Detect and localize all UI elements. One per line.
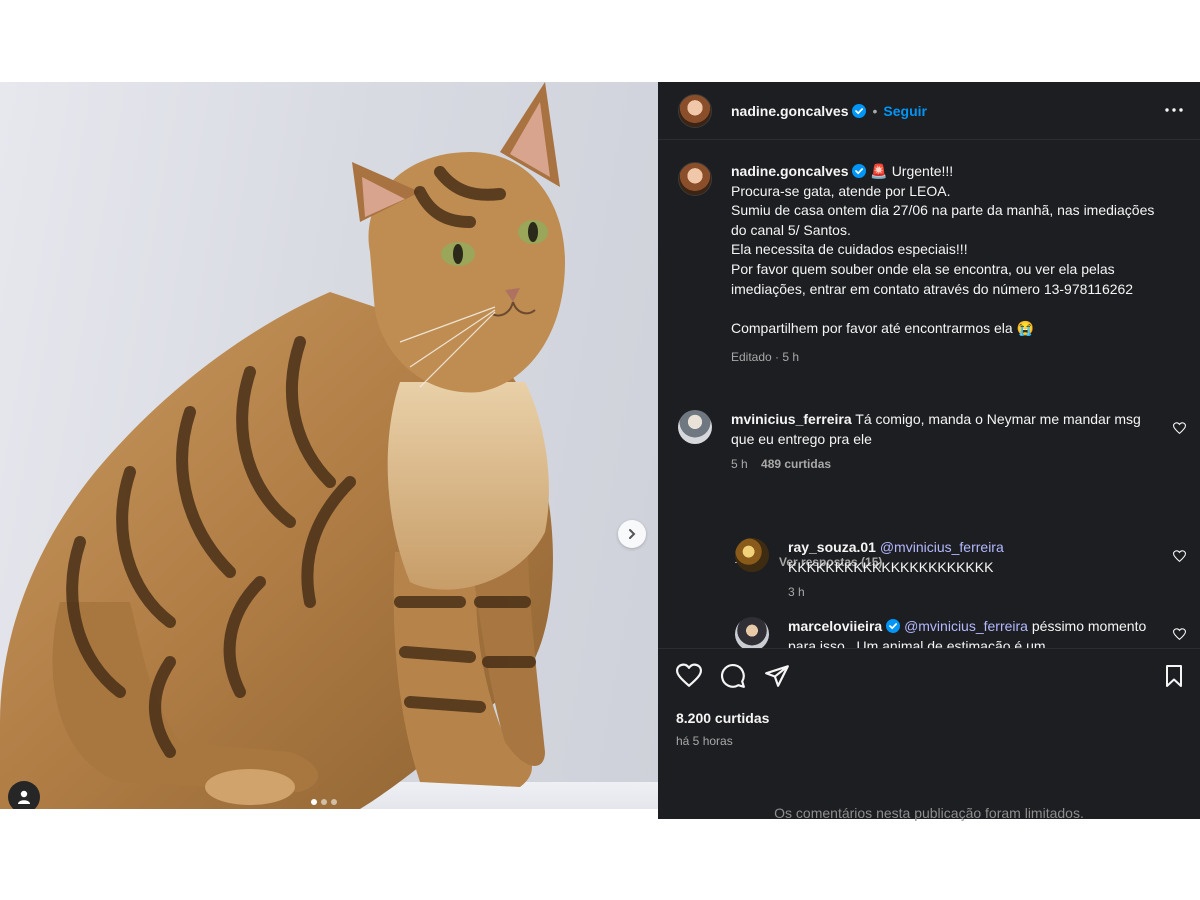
action-icons (676, 663, 790, 689)
post-media[interactable] (0, 82, 658, 809)
chevron-right-icon (629, 529, 636, 539)
post-side-panel: nadine.goncalves • Seguir nadine.goncalv… (658, 82, 1200, 821)
reply-username[interactable]: ray_souza.01 (788, 539, 876, 555)
reply-meta: 3 h (788, 583, 1148, 603)
author-username[interactable]: nadine.goncalves (731, 103, 848, 119)
bookmark-icon[interactable] (1162, 663, 1186, 689)
caption-line: Compartilhem por favor até encontrarmos … (731, 319, 1035, 336)
carousel-dot (331, 799, 337, 805)
heart-icon[interactable] (1173, 628, 1186, 641)
caption-text: 🚨 Urgente!!! (870, 163, 954, 179)
carousel-dot (321, 799, 327, 805)
carousel-next-button[interactable] (618, 520, 646, 548)
verified-badge-icon (852, 164, 867, 178)
comments-limited-notice: Os comentários nesta publicação foram li… (658, 799, 1200, 839)
follow-button[interactable]: Seguir (883, 103, 927, 119)
heart-icon[interactable] (676, 663, 702, 689)
caption-line: Procura-se gata, atende por LEOA. (731, 182, 951, 199)
post-caption: nadine.goncalves 🚨 Urgente!!! Procura-se… (678, 162, 1178, 368)
comment-icon[interactable] (720, 663, 746, 689)
tagged-users-button[interactable] (8, 781, 40, 809)
comment-username[interactable]: mvinicius_ferreira (731, 411, 852, 427)
user-tag-icon (18, 790, 30, 804)
author-avatar[interactable] (678, 93, 712, 128)
comments-scroll-area[interactable]: nadine.goncalves 🚨 Urgente!!! Procura-se… (658, 140, 1200, 648)
reply-text: KKKKKKKKKKKKKKKKKKKKKK (788, 558, 994, 575)
reply-mention[interactable]: @mvinicius_ferreira (880, 539, 1004, 555)
verified-badge-icon (886, 619, 901, 633)
reply: marceloviieira @mvinicius_ferreira péssi… (735, 617, 1185, 648)
comment-time: 5 h (731, 457, 748, 472)
commenter-avatar[interactable] (678, 410, 712, 444)
carousel-dot-active (311, 799, 317, 805)
carousel-indicator (311, 799, 337, 805)
reply-avatar[interactable] (735, 617, 769, 648)
caption-line (731, 299, 1161, 319)
comment-meta: 5 h 489 curtidas (731, 455, 1141, 475)
likes-count[interactable]: 8.200 curtidas (676, 710, 769, 726)
more-options-icon[interactable] (1164, 100, 1184, 120)
caption-meta: Editado · 5 h (731, 350, 800, 365)
heart-icon[interactable] (1173, 422, 1186, 435)
heart-icon[interactable] (1173, 550, 1186, 563)
caption-line-1: nadine.goncalves 🚨 Urgente!!! (731, 162, 1161, 182)
comment: mvinicius_ferreira Tá comigo, manda o Ne… (678, 410, 1178, 475)
verified-badge-icon (852, 103, 867, 118)
post-actions: 8.200 curtidas há 5 horas Os comentários… (658, 648, 1200, 821)
reply-username[interactable]: marceloviieira (788, 618, 882, 634)
reply-time: 3 h (788, 585, 805, 600)
comment-likes[interactable]: 489 curtidas (761, 457, 831, 471)
reply: ray_souza.01 @mvinicius_ferreira KKKKKKK… (735, 538, 1185, 603)
caption-username[interactable]: nadine.goncalves (731, 163, 848, 179)
reply-mention[interactable]: @mvinicius_ferreira (904, 618, 1028, 634)
caption-line: Ela necessita de cuidados especiais!!! (731, 241, 968, 258)
cat-photo (0, 82, 565, 809)
caption-line: Por favor quem souber onde ela se encont… (731, 260, 1134, 297)
share-icon[interactable] (764, 663, 790, 689)
author-avatar[interactable] (678, 162, 712, 196)
reply-avatar[interactable] (735, 538, 769, 572)
post-header: nadine.goncalves • Seguir (658, 82, 1200, 140)
header-separator: • (872, 102, 878, 119)
caption-line: Sumiu de casa ontem dia 27/06 na parte d… (731, 202, 1159, 238)
post-time[interactable]: há 5 horas (676, 734, 733, 748)
